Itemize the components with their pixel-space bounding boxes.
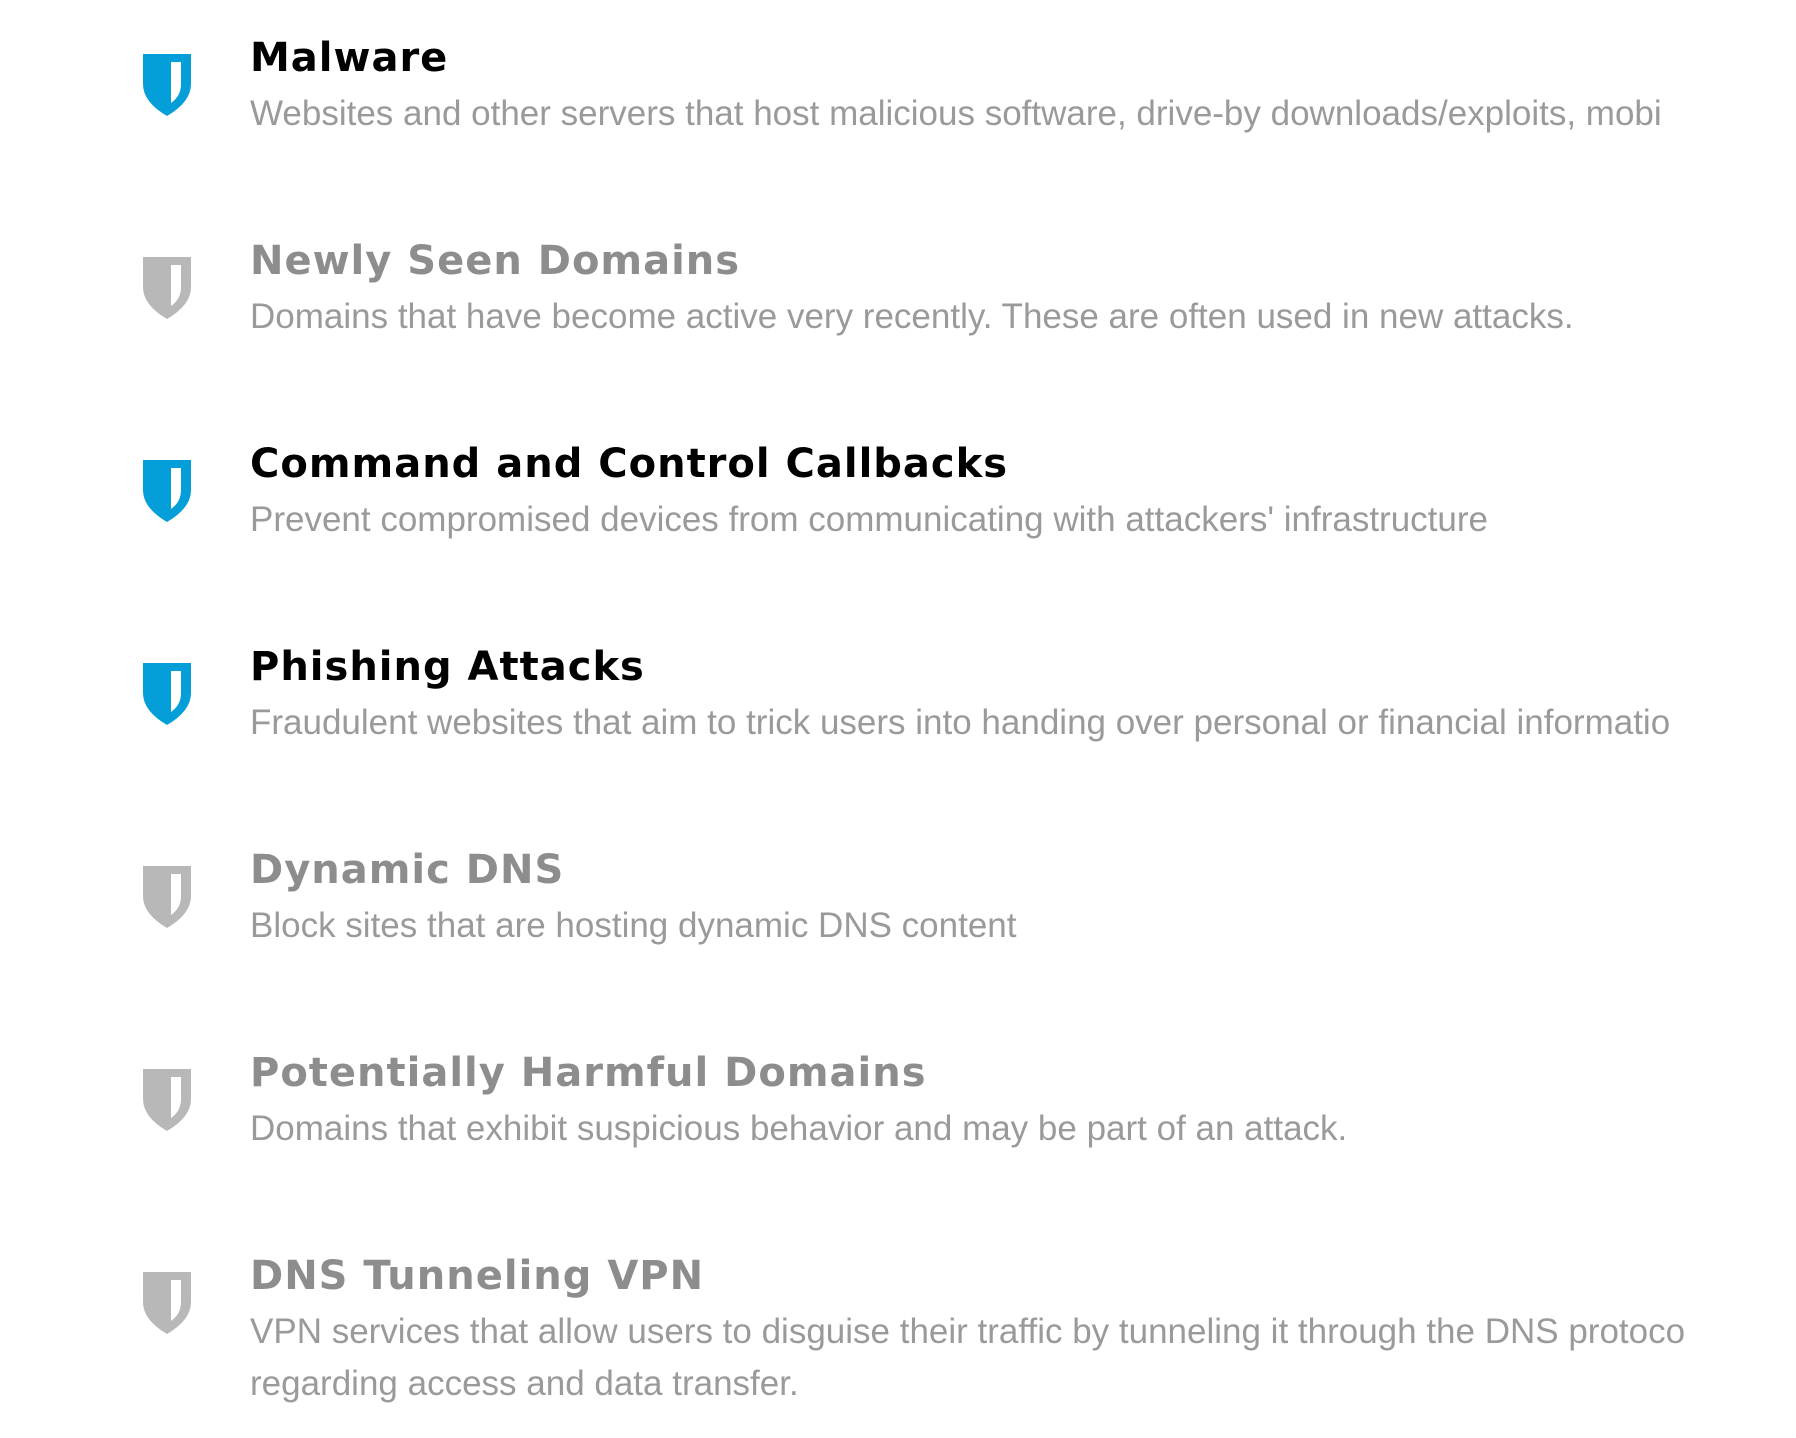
security-category-list: Malware Websites and other servers that … (0, 0, 1796, 1438)
category-description: Domains that exhibit suspicious behavior… (250, 1109, 1348, 1148)
shield-icon[interactable] (141, 1268, 193, 1336)
category-title: Newly Seen Domains (250, 238, 741, 284)
category-description: Domains that have become active very rec… (250, 297, 1574, 336)
category-title: Dynamic DNS (250, 847, 565, 893)
category-description: Prevent compromised devices from communi… (250, 500, 1488, 539)
category-description-line: VPN services that allow users to disguis… (250, 1312, 1686, 1351)
shield-icon[interactable] (141, 659, 193, 727)
shield-icon[interactable] (141, 862, 193, 930)
category-title: Command and Control Callbacks (250, 441, 1009, 487)
category-row-dns-tunneling-vpn[interactable]: DNS Tunneling VPN VPN services that allo… (0, 1248, 1796, 1428)
shield-icon[interactable] (141, 50, 193, 118)
category-title: Phishing Attacks (250, 644, 645, 690)
category-description: VPN services that allow users to disguis… (250, 1306, 1685, 1410)
shield-icon[interactable] (141, 1065, 193, 1133)
category-title: Potentially Harmful Domains (250, 1050, 927, 1096)
category-title: Malware (250, 35, 449, 81)
category-row-phishing-attacks[interactable]: Phishing Attacks Fraudulent websites tha… (0, 639, 1796, 809)
category-title: DNS Tunneling VPN (250, 1253, 705, 1299)
category-row-command-and-control-callbacks[interactable]: Command and Control Callbacks Prevent co… (0, 436, 1796, 606)
shield-icon[interactable] (141, 253, 193, 321)
category-row-newly-seen-domains[interactable]: Newly Seen Domains Domains that have bec… (0, 233, 1796, 403)
category-row-malware[interactable]: Malware Websites and other servers that … (0, 30, 1796, 200)
category-description-line: regarding access and data transfer. (250, 1364, 799, 1403)
category-description: Fraudulent websites that aim to trick us… (250, 703, 1671, 742)
shield-icon[interactable] (141, 456, 193, 524)
category-description: Block sites that are hosting dynamic DNS… (250, 906, 1017, 945)
category-row-potentially-harmful-domains[interactable]: Potentially Harmful Domains Domains that… (0, 1045, 1796, 1215)
category-row-dynamic-dns[interactable]: Dynamic DNS Block sites that are hosting… (0, 842, 1796, 1012)
category-description: Websites and other servers that host mal… (250, 94, 1662, 133)
